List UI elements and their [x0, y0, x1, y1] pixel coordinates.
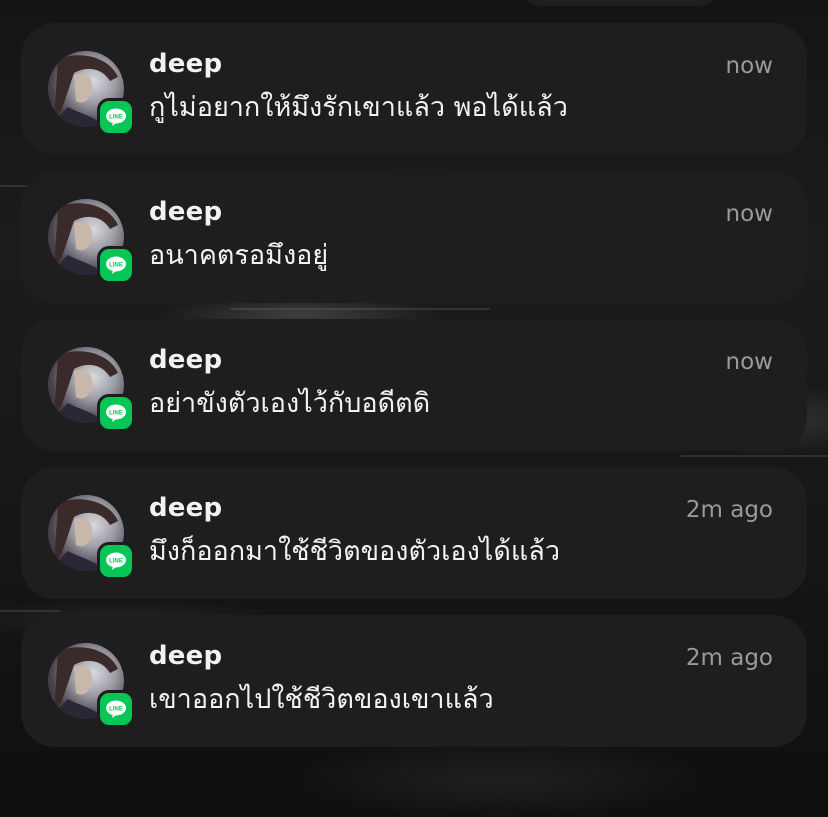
- sender-name: deep: [149, 345, 223, 375]
- sender-name: deep: [149, 49, 223, 79]
- notification-message: อนาคตรอมึงอยู่: [149, 240, 329, 271]
- sender-avatar: LINE: [48, 347, 132, 429]
- line-badge-text: LINE: [109, 707, 123, 713]
- line-icon: LINE: [100, 693, 132, 725]
- wallpaper-streak: [680, 455, 828, 457]
- sender-name: deep: [149, 197, 223, 227]
- sender-name: deep: [149, 493, 223, 523]
- line-badge-text: LINE: [109, 559, 123, 565]
- notification-time: 2m ago: [685, 497, 773, 523]
- notification-time: now: [725, 201, 773, 227]
- sender-name: deep: [149, 641, 223, 671]
- sender-avatar: LINE: [48, 199, 132, 281]
- wallpaper-streak: [0, 610, 60, 612]
- line-icon: LINE: [100, 397, 132, 429]
- line-badge-text: LINE: [109, 411, 123, 417]
- line-badge-text: LINE: [109, 263, 123, 269]
- previous-notification-edge[interactable]: [520, 0, 720, 6]
- line-icon: LINE: [100, 101, 132, 133]
- line-icon: LINE: [100, 545, 132, 577]
- notification-message: เขาออกไปใช้ชีวิตของเขาแล้ว: [149, 684, 494, 715]
- notification-card[interactable]: LINE deep 2m ago มึงก็ออกมาใช้ชีวิตของตั…: [21, 467, 807, 599]
- notification-time: 2m ago: [685, 645, 773, 671]
- line-icon: LINE: [100, 249, 132, 281]
- notification-card[interactable]: LINE deep now อนาคตรอมึงอยู่: [21, 171, 807, 303]
- notification-message: กูไม่อยากให้มึงรักเขาแล้ว พอได้แล้ว: [149, 92, 568, 123]
- sender-avatar: LINE: [48, 643, 132, 725]
- wallpaper-streak: [230, 308, 490, 310]
- notification-card[interactable]: LINE deep now อย่าขังตัวเองไว้กับอดีตดิ: [21, 319, 807, 451]
- line-badge-text: LINE: [109, 115, 123, 121]
- notification-message: มึงก็ออกมาใช้ชีวิตของตัวเองได้แล้ว: [149, 536, 560, 567]
- sender-avatar: LINE: [48, 51, 132, 133]
- notification-time: now: [725, 349, 773, 375]
- sender-avatar: LINE: [48, 495, 132, 577]
- notification-message: อย่าขังตัวเองไว้กับอดีตดิ: [149, 388, 431, 419]
- notification-time: now: [725, 53, 773, 79]
- notification-card[interactable]: LINE deep 2m ago เขาออกไปใช้ชีวิตของเขาแ…: [21, 615, 807, 747]
- notification-card[interactable]: LINE deep now กูไม่อยากให้มึงรักเขาแล้ว …: [21, 23, 807, 155]
